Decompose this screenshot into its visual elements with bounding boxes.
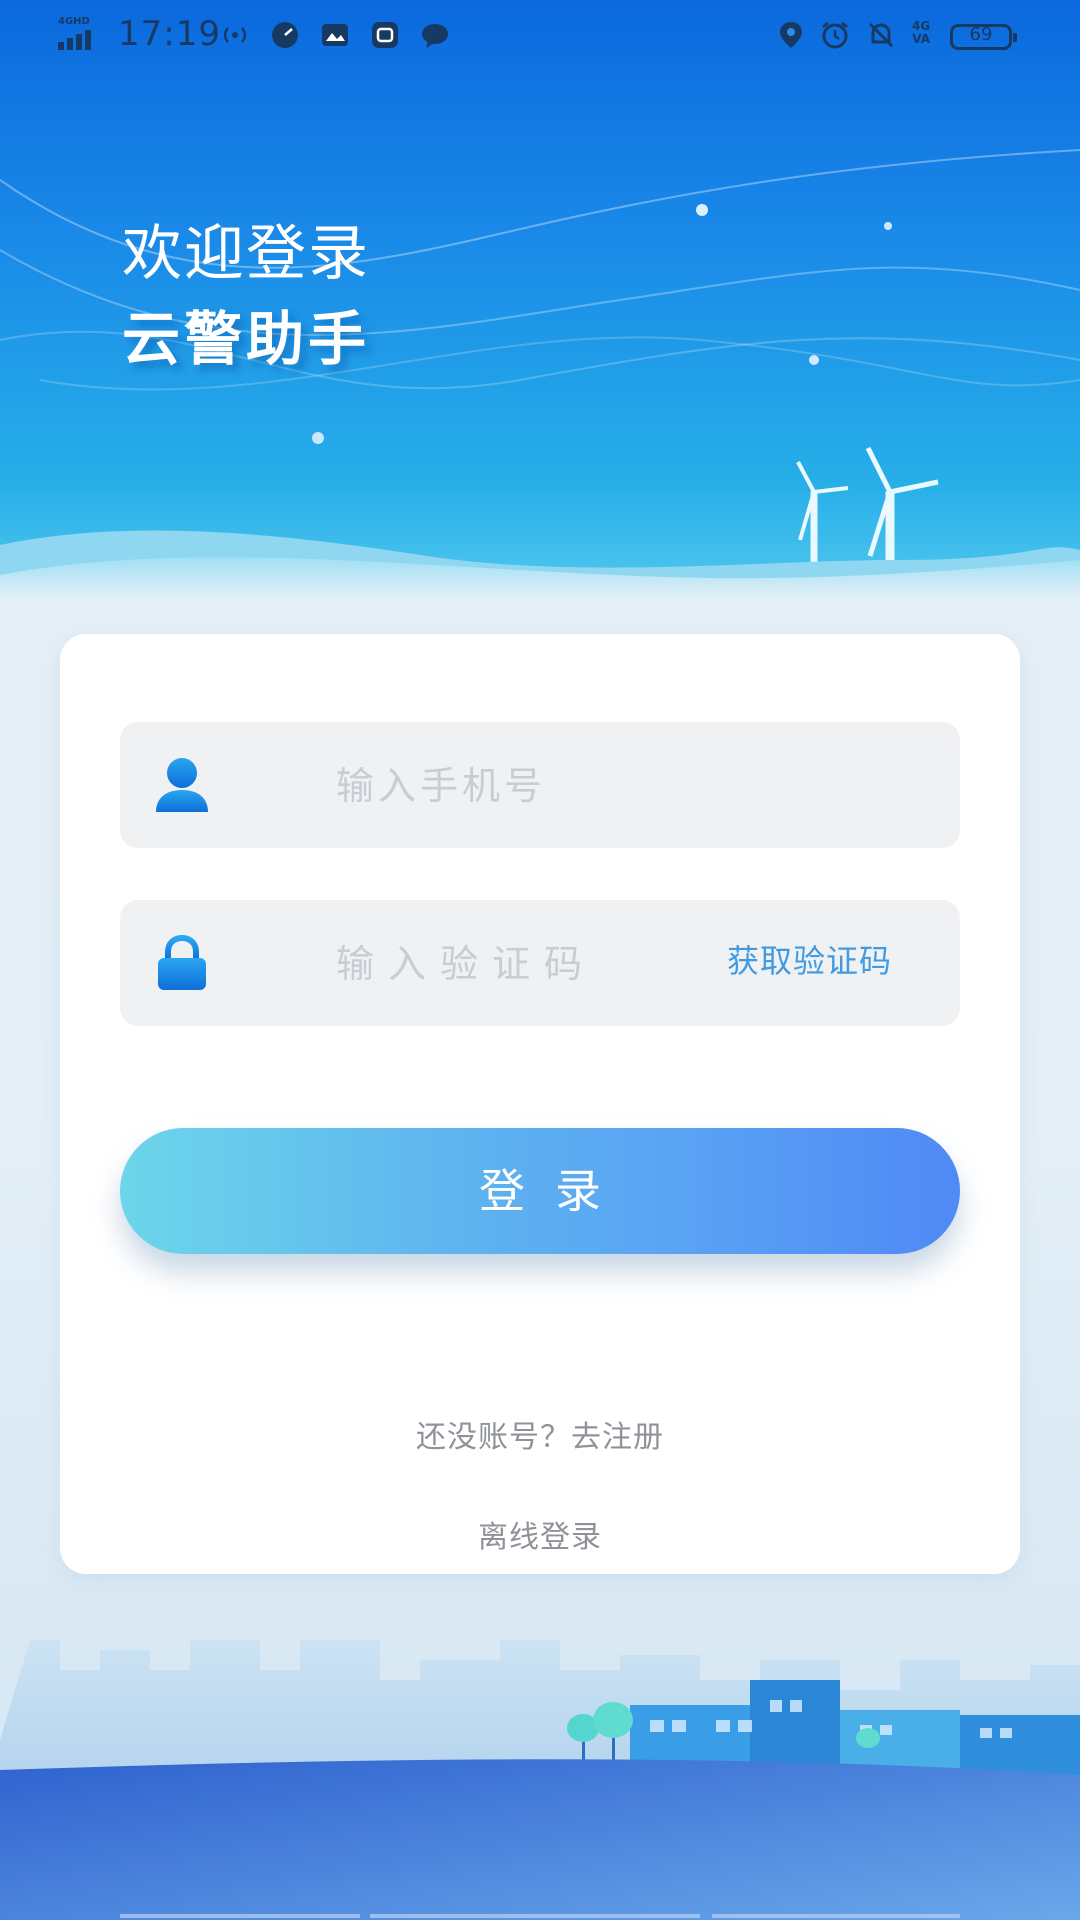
welcome-text: 欢迎登录 [122,219,370,289]
login-screen: 4GHD 17:19 4G VA 69 欢迎登录 云警助手 输入手机号 输入验证… [0,0,1080,1920]
clock: 17:19 [118,14,221,54]
login-button[interactable]: 登录 [120,1128,960,1254]
location-icon [780,22,802,48]
user-icon [156,758,208,812]
message-icon [422,24,448,48]
battery-level: 69 [969,24,993,45]
mute-icon [868,22,894,48]
speedometer-icon [272,22,298,48]
login-card: 获取验证码 登录 还没账号？去注册 离线登录 [60,634,1020,1574]
app-name: 云警助手 [122,305,371,373]
code-input[interactable] [334,928,658,1000]
code-field[interactable]: 获取验证码 [120,900,960,1026]
alarm-icon [822,21,848,49]
phone-input[interactable] [334,750,898,822]
gallery-icon [322,24,348,46]
lock-icon [158,934,206,990]
lte-indicator: 4G VA [912,20,930,46]
app-icon [372,22,398,48]
battery-icon: 69 [950,24,1017,50]
lte-sub: VA [912,32,930,46]
signal-icon: 4GHD [58,16,106,50]
get-code-button[interactable]: 获取验证码 [727,936,892,982]
login-button-label: 登录 [479,1164,631,1218]
phone-field[interactable] [120,722,960,848]
status-bar: 4GHD 17:19 4G VA 69 [0,0,1080,72]
register-link[interactable]: 还没账号？去注册 [60,1412,1020,1456]
city-illustration [0,1640,1080,1920]
offline-login-link[interactable]: 离线登录 [60,1512,1020,1556]
hotspot-icon [223,27,247,43]
network-tag: 4GHD [58,16,90,27]
